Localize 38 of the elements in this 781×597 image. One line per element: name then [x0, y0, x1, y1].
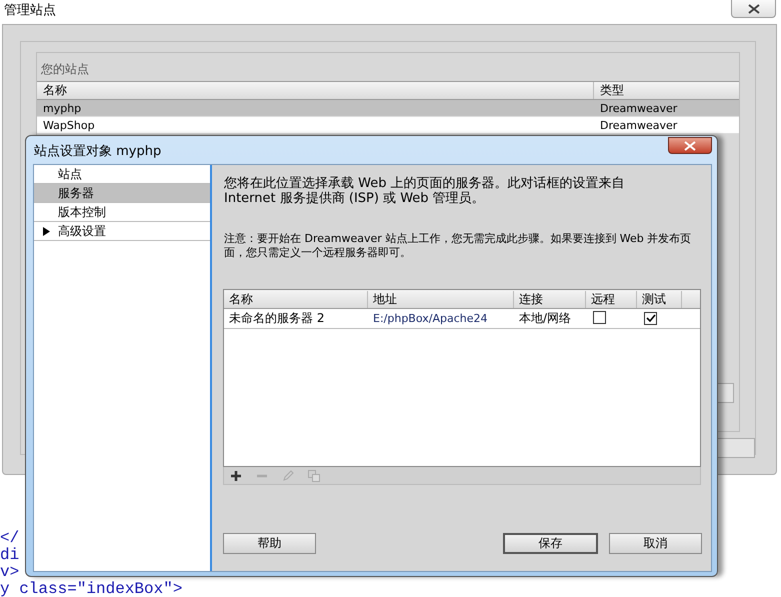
column-header: 类型: [593, 82, 624, 99]
code-line: v>: [0, 564, 20, 581]
dialog-button[interactable]: 帮助: [223, 533, 316, 554]
close-button[interactable]: [731, 0, 776, 18]
column-header: 名称: [224, 290, 368, 308]
intro-text: 您将在此位置选择承载 Web 上的页面的服务器。此对话框的设置来自 Internet 服务提供商 (ISP) 或 Web 管理员。: [224, 176, 626, 206]
table-cell-text: Dreamweaver: [599, 118, 678, 132]
table-cell-text: 未命名的服务器 2: [228, 310, 326, 327]
site-row[interactable]: WapShop Dreamweaver: [37, 117, 739, 134]
window-title: 管理站点: [4, 2, 56, 19]
add-icon[interactable]: [230, 470, 242, 482]
table-cell-text: Dreamweaver: [599, 102, 678, 114]
code-line: y class="indexBox">: [0, 581, 182, 597]
close-button[interactable]: [668, 137, 712, 154]
dialog-button[interactable]: 保存: [503, 533, 598, 554]
dialog-title: 站点设置对象 myphp: [34, 143, 162, 160]
column-header: 连接: [514, 290, 586, 308]
category-item[interactable]: 服务器: [34, 184, 210, 203]
checkbox[interactable]: [644, 312, 657, 324]
table-cell-text: myphp: [42, 102, 82, 114]
category-item[interactable]: 高级设置: [34, 222, 210, 241]
table-cell-text: E:/phpBox/Apache24: [372, 312, 488, 325]
close-icon: [748, 4, 760, 14]
table-cell-text: WapShop: [42, 118, 96, 132]
column-header: 远程: [586, 290, 637, 308]
category-item[interactable]: 版本控制: [34, 203, 210, 222]
table-cell-text: 本地/网络: [518, 310, 572, 327]
checkbox[interactable]: [593, 310, 606, 324]
column-header: 测试: [637, 290, 682, 308]
dialog-button[interactable]: 取消: [609, 533, 702, 554]
group-title: 您的站点: [41, 61, 89, 78]
code-line: </: [0, 530, 20, 547]
code-line: di: [0, 547, 20, 564]
column-header: 地址: [368, 290, 514, 308]
column-header: 名称: [42, 82, 68, 99]
close-icon: [684, 140, 696, 150]
site-row[interactable]: myphp Dreamweaver: [37, 100, 739, 117]
note-text: 注意：要开始在 Dreamweaver 站点上工作，您无需完成此步骤。如果要连接到 Web 并发布页面，您只需定义一个远程服务器即可。: [224, 232, 692, 260]
